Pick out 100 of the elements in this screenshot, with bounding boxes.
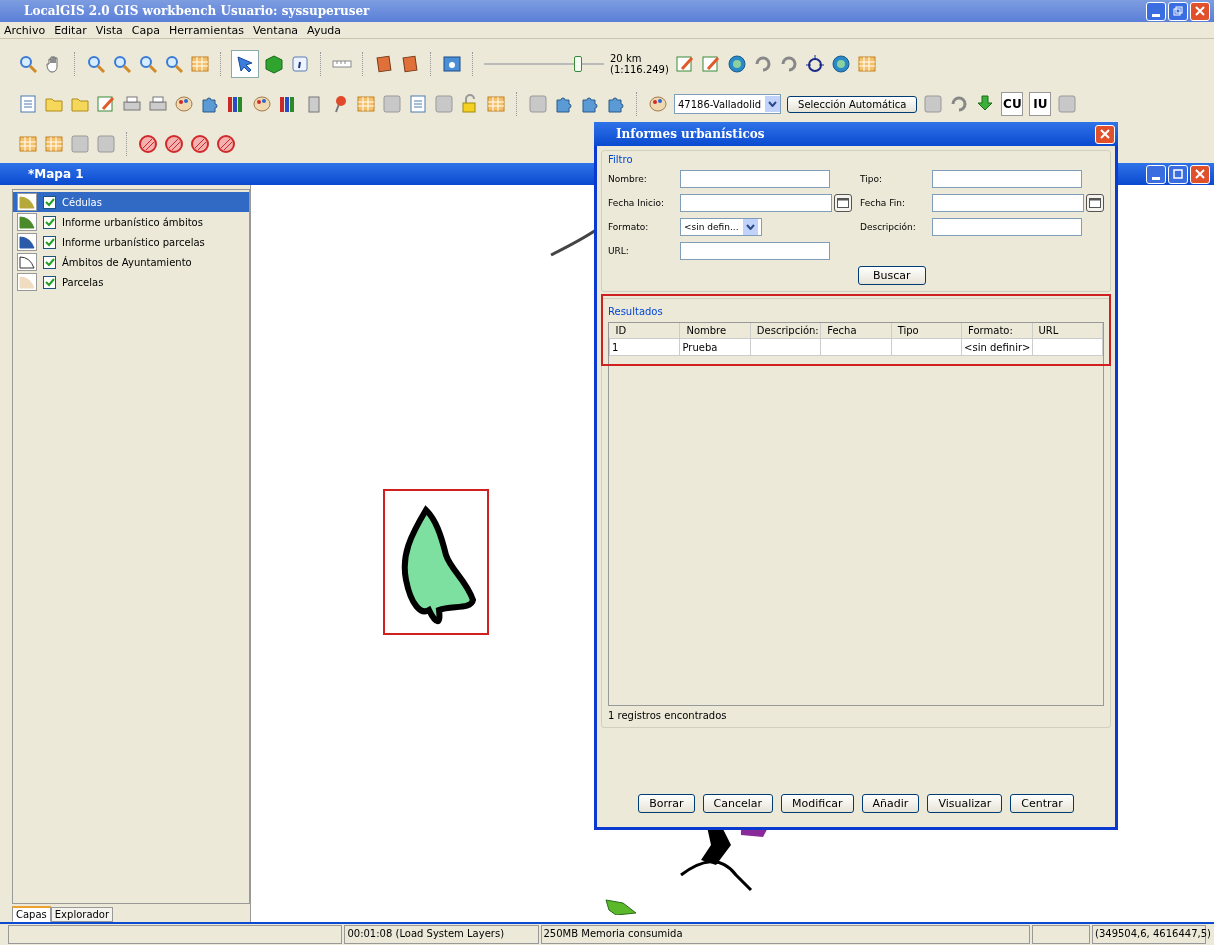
target-icon[interactable] [804, 54, 825, 74]
search-button[interactable]: Buscar [858, 266, 926, 285]
dialog-button[interactable]: Centrar [1010, 794, 1074, 813]
dialog-button[interactable]: Cancelar [702, 794, 774, 813]
layer-item[interactable]: Ámbitos de Ayuntamiento [13, 252, 249, 272]
page-icon[interactable] [374, 54, 394, 74]
palette-icon[interactable] [252, 94, 272, 114]
map-polygon [605, 899, 637, 915]
layer-checkbox[interactable] [43, 255, 56, 269]
menu-item[interactable]: Ventana [252, 23, 299, 37]
square-icon[interactable] [70, 134, 90, 154]
iu-button[interactable]: IU [1029, 92, 1052, 116]
layer-checkbox[interactable] [43, 235, 56, 249]
grid-icon[interactable] [356, 94, 376, 114]
close-button[interactable] [1190, 164, 1210, 184]
magnifier-icon[interactable] [138, 54, 158, 74]
input-field[interactable] [932, 194, 1084, 212]
column-header[interactable]: Formato: [961, 323, 1033, 339]
palette-icon[interactable] [174, 94, 194, 114]
panel-tab[interactable]: Capas [12, 906, 51, 922]
window-icon[interactable] [442, 54, 462, 74]
field-label: Nombre: [608, 174, 648, 184]
dialog-button[interactable]: Añadir [861, 794, 920, 813]
restore-button[interactable] [1168, 1, 1188, 21]
printer-icon[interactable] [148, 94, 168, 114]
cu-button[interactable]: CU [1001, 92, 1024, 116]
puzzle-icon[interactable] [554, 94, 574, 114]
column-header[interactable]: URL [1032, 323, 1103, 339]
square-icon[interactable] [382, 94, 402, 114]
layer-item[interactable]: Parcelas [13, 272, 249, 292]
dialog-button[interactable]: Visualizar [927, 794, 1003, 813]
info-icon[interactable] [290, 54, 310, 74]
menu-item[interactable]: Ayuda [307, 23, 342, 37]
panel-tab[interactable]: Explorador [50, 907, 114, 922]
layer-checkbox[interactable] [43, 195, 56, 209]
palette-icon[interactable] [648, 94, 668, 114]
minimize-button[interactable] [1146, 164, 1166, 184]
square-icon[interactable] [923, 94, 944, 114]
hatched-icon[interactable] [216, 134, 236, 154]
dialog-button[interactable]: Modificar [781, 794, 854, 813]
menu-item[interactable]: Editar [54, 23, 87, 37]
hatched-icon[interactable] [138, 134, 158, 154]
square-icon[interactable] [1057, 94, 1078, 114]
pencil-icon[interactable] [674, 54, 695, 74]
municipality-dropdown[interactable]: 47186-Valladolid [674, 94, 782, 114]
doc-icon[interactable] [408, 94, 428, 114]
layer-checkbox[interactable] [43, 215, 56, 229]
page-icon[interactable] [400, 54, 420, 74]
hatched-icon[interactable] [164, 134, 184, 154]
input-field[interactable] [932, 218, 1082, 236]
puzzle-icon[interactable] [580, 94, 600, 114]
close-button[interactable] [1190, 1, 1210, 21]
grid-icon[interactable] [190, 54, 210, 74]
column-header[interactable]: ID [609, 323, 680, 339]
globe-icon[interactable] [726, 54, 747, 74]
grid-icon[interactable] [486, 94, 506, 114]
calendar-button[interactable] [834, 194, 852, 212]
auto-select-button[interactable]: Selección Automática [787, 95, 918, 113]
grid-icon[interactable] [856, 54, 877, 74]
close-button[interactable] [1095, 124, 1115, 144]
input-field[interactable] [680, 170, 830, 188]
menu-item[interactable]: Herramientas [169, 23, 244, 37]
pencil-icon[interactable] [700, 54, 721, 74]
layer-item[interactable]: Informe urbanístico parcelas [13, 232, 249, 252]
table-cell: 1 [609, 338, 680, 356]
column-header[interactable]: Descripción: [750, 323, 821, 339]
column-header[interactable]: Fecha [820, 323, 892, 339]
menu-item[interactable]: Archivo [4, 23, 46, 37]
layer-checkbox[interactable] [43, 275, 56, 289]
puzzle-icon[interactable] [606, 94, 626, 114]
layer-item[interactable]: Cédulas [13, 192, 249, 212]
magnifier-icon[interactable] [112, 54, 132, 74]
format-dropdown[interactable]: <sin defin... [680, 218, 762, 236]
dialog-button[interactable]: Borrar [638, 794, 695, 813]
column-header[interactable]: Tipo [891, 323, 962, 339]
layer-item[interactable]: Informe urbanístico ámbitos [13, 212, 249, 232]
menu-item[interactable]: Vista [95, 23, 123, 37]
grid-icon[interactable] [18, 134, 38, 154]
minimize-button[interactable] [1146, 1, 1166, 21]
zoom-slider[interactable] [484, 54, 604, 74]
square-icon[interactable] [528, 94, 548, 114]
square-icon[interactable] [96, 134, 116, 154]
puzzle-icon[interactable] [200, 94, 220, 114]
doc-icon[interactable] [18, 94, 38, 114]
magnifier-icon[interactable] [164, 54, 184, 74]
printer-icon[interactable] [122, 94, 142, 114]
input-field[interactable] [680, 242, 830, 260]
magnifier-icon[interactable] [86, 54, 106, 74]
globe-icon[interactable] [830, 54, 851, 74]
grid-icon[interactable] [44, 134, 64, 154]
pencil-icon[interactable] [96, 94, 116, 114]
magnifier-icon[interactable] [18, 54, 38, 74]
input-field[interactable] [932, 170, 1082, 188]
column-header[interactable]: Nombre [679, 323, 751, 339]
maximize-button[interactable] [1168, 164, 1188, 184]
menu-item[interactable]: Capa [131, 23, 160, 37]
calendar-button[interactable] [1086, 194, 1104, 212]
input-field[interactable] [680, 194, 832, 212]
square-icon[interactable] [434, 94, 454, 114]
hatched-icon[interactable] [190, 134, 210, 154]
